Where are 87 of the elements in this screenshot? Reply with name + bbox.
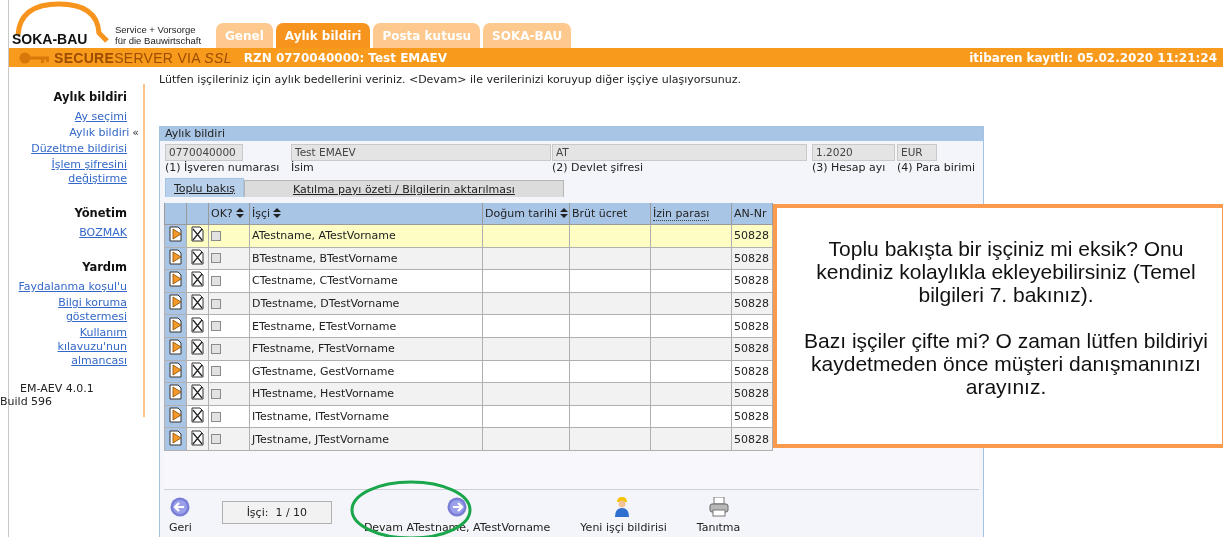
checkbox[interactable] [211,411,221,422]
instruction-text: Lütfen işçileriniz için aylık bedellerini veriniz. <Devam> ile verilerinizi koruyup diğer işçiye ulaşıyorsunuz. [159,73,742,86]
printer-icon [708,497,729,517]
checkbox[interactable] [211,276,221,286]
table-cell: 50828 [734,297,769,311]
table-cell: ETestname, ETestVorname [252,319,397,333]
document-x-icon [190,248,205,265]
table-cell: 50828 [734,319,769,333]
table-cell: 50828 [734,229,769,243]
document-arrow-icon [168,294,183,311]
version-info: EM-AEV 4.0.1 Build 596 [0,382,95,408]
field-label: İsim [291,161,315,175]
sidebar-link[interactable]: İşlem şifresini değiştirme [9,158,127,186]
field-label: (1) İşveren numarası [165,161,281,175]
table-cell: 50828 [734,364,769,378]
key-icon [19,50,50,65]
readonly-field[interactable]: Test EMAEV [291,144,551,161]
table-cell: GTestname, GestVorname [252,364,395,378]
view-tab[interactable]: Toplu bakış [165,178,244,197]
print-button[interactable]: Tanıtma [696,497,741,534]
new-worker-button[interactable]: Yeni işçi bildirisi [580,497,667,534]
field-label: (3) Hesap ayı [812,161,887,175]
sidebar-link[interactable]: Aylık bildiri [69,126,130,140]
sidebar-link[interactable]: Ay seçimi [74,110,127,124]
document-arrow-icon [168,226,183,243]
table-cell: BTestname, BTestVorname [252,251,398,265]
readonly-field[interactable]: 0770040000 [165,144,243,161]
callout-text: Bazı işçiler çifte mi? O zaman lütfen bildiriyi kaydetmeden önce müşteri danışmanınızı arayınız. [803,329,1209,398]
session-info: RZN 0770040000: Test EMAEV [243,50,448,65]
back-arrow-icon [170,497,191,517]
callout-text: Toplu bakışta bir işçiniz mi eksik? Onu kendiniz kolaylıkla ekleyebilirsiniz (Temel bilgileri 7. bakınız). [815,237,1197,306]
table-cell: HTestname, HestVorname [252,387,395,401]
readonly-field[interactable]: EUR [897,144,937,161]
table-cell: ITestname, ITestVorname [252,410,389,424]
checkbox[interactable] [211,321,221,332]
document-x-icon [190,226,205,243]
view-tab[interactable]: Katılma payı özeti / Bilgilerin aktarılması [243,180,564,197]
back-button[interactable]: Geri [169,497,192,534]
login-info: itibaren kayıtlı: 05.02.2020 11:21:24 [969,50,1217,65]
logo-name: SOKA-BAU [12,31,89,47]
table-cell: 50828 [734,387,769,401]
checkbox[interactable] [211,253,221,264]
sidebar-link[interactable]: Düzeltme bildirisi [31,142,127,156]
table-cell: 50828 [734,274,769,288]
sidebar-heading: Yardım [81,260,127,274]
panel-title: Aylık bildiri [160,127,983,141]
sidebar-heading: Yönetim [73,206,127,220]
checkbox[interactable] [211,343,221,354]
document-arrow-icon [168,407,183,424]
document-arrow-icon [168,339,183,356]
sidebar-link[interactable]: BOZMAK [79,226,127,240]
table-cell: ATestname, ATestVorname [252,229,396,243]
document-arrow-icon [168,429,183,446]
document-arrow-icon [168,361,183,378]
document-arrow-icon [168,271,183,288]
readonly-field[interactable]: 1.2020 [812,144,895,161]
document-arrow-icon [168,248,183,265]
tagline: Service + Vorsorge für die Bauwirtschaft [115,24,202,46]
readonly-field[interactable]: AT [552,144,807,161]
checkbox[interactable] [211,366,221,377]
sidebar-link[interactable]: Kullanım kılavuzu'nun almancası [9,326,127,368]
table-cell: 50828 [734,432,769,446]
document-arrow-icon [168,316,183,333]
current-marker: « [132,126,139,139]
table-cell: 50828 [734,410,769,424]
field-label: (4) Para birimi [897,161,977,175]
document-x-icon [190,429,205,446]
sidebar-link[interactable]: Faydalanma koşul'u [18,280,127,294]
table-cell: 50828 [734,251,769,265]
checkbox[interactable] [211,298,221,309]
table-cell: JTestname, JTestVorname [252,432,389,446]
table-cell: CTestname, CTestVorname [252,274,398,288]
sidebar-heading: Aylık bildiri [52,90,127,104]
document-x-icon [190,407,205,424]
checkbox[interactable] [211,434,221,445]
table-cell: FTestname, FTestVorname [252,342,395,356]
document-arrow-icon [168,384,183,401]
secure-brand: SECURESERVER VIA SSL [54,49,232,66]
checkbox[interactable] [211,230,221,241]
forward-arrow-icon [447,497,468,517]
field-label: (2) Devlet şifresi [552,161,644,175]
checkbox[interactable] [211,388,221,399]
sidebar-link[interactable]: Bilgi koruma göstermesi [9,296,127,324]
record-counter: İşçi: 1 / 10 [221,500,332,524]
table-cell: DTestname, DTestVorname [252,297,400,311]
column-header[interactable]: İşçi [252,207,271,220]
table-cell: 50828 [734,342,769,356]
